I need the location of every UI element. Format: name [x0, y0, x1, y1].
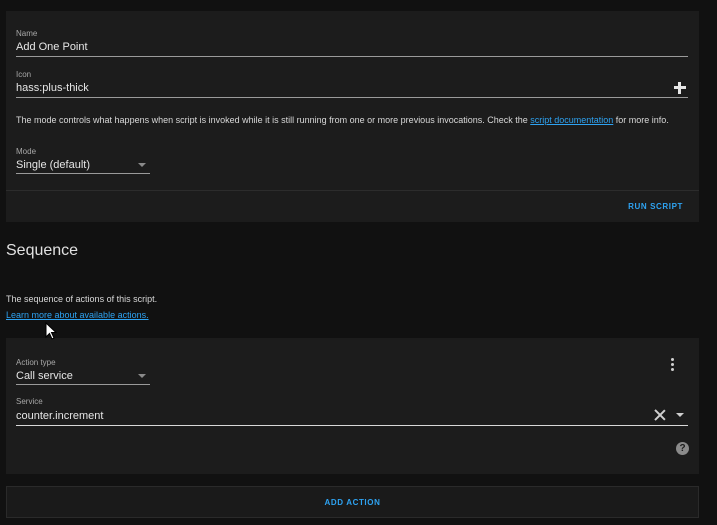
plus-thick-icon — [674, 82, 686, 94]
clear-icon[interactable] — [654, 409, 666, 421]
icon-field[interactable]: Icon hass:plus-thick — [16, 70, 688, 98]
action-card: Action type Call service Service counter… — [6, 338, 699, 474]
add-action-card: ADD ACTION — [6, 486, 699, 518]
chevron-down-icon — [138, 163, 146, 167]
mode-description-text: The mode controls what happens when scri… — [16, 115, 531, 125]
sequence-description: The sequence of actions of this script. — [6, 294, 158, 304]
icon-value[interactable]: hass:plus-thick — [16, 82, 89, 94]
name-label: Name — [16, 29, 38, 38]
learn-more-actions-link[interactable]: Learn more about available actions. — [6, 310, 149, 320]
icon-label: Icon — [16, 70, 32, 79]
script-editor-page: Name Add One Point Icon hass:plus-thick … — [0, 0, 717, 525]
run-script-button[interactable]: RUN SCRIPT — [628, 202, 683, 211]
mode-value: Single (default) — [16, 159, 90, 171]
action-type-value: Call service — [16, 370, 73, 382]
name-field[interactable]: Name Add One Point — [16, 29, 688, 57]
chevron-down-icon — [138, 374, 146, 378]
script-settings-card: Name Add One Point Icon hass:plus-thick … — [6, 11, 699, 222]
sequence-title: Sequence — [6, 242, 79, 259]
name-value[interactable]: Add One Point — [16, 41, 88, 53]
chevron-down-icon[interactable] — [676, 413, 684, 417]
service-value[interactable]: counter.increment — [16, 410, 103, 422]
help-icon[interactable]: ? — [676, 442, 689, 455]
mode-description: The mode controls what happens when scri… — [16, 114, 686, 127]
mouse-cursor-icon — [45, 322, 57, 340]
card-divider — [6, 190, 699, 191]
overflow-menu-icon[interactable] — [671, 358, 675, 371]
service-field[interactable]: Service counter.increment — [16, 397, 688, 426]
action-type-label: Action type — [16, 358, 56, 367]
mode-select[interactable]: Mode Single (default) — [16, 147, 150, 174]
mode-description-tail: for more info. — [613, 115, 669, 125]
service-label: Service — [16, 397, 43, 406]
action-type-select[interactable]: Action type Call service — [16, 358, 150, 385]
script-documentation-link[interactable]: script documentation — [530, 115, 613, 125]
add-action-button[interactable]: ADD ACTION — [7, 498, 698, 507]
mode-label: Mode — [16, 147, 37, 156]
